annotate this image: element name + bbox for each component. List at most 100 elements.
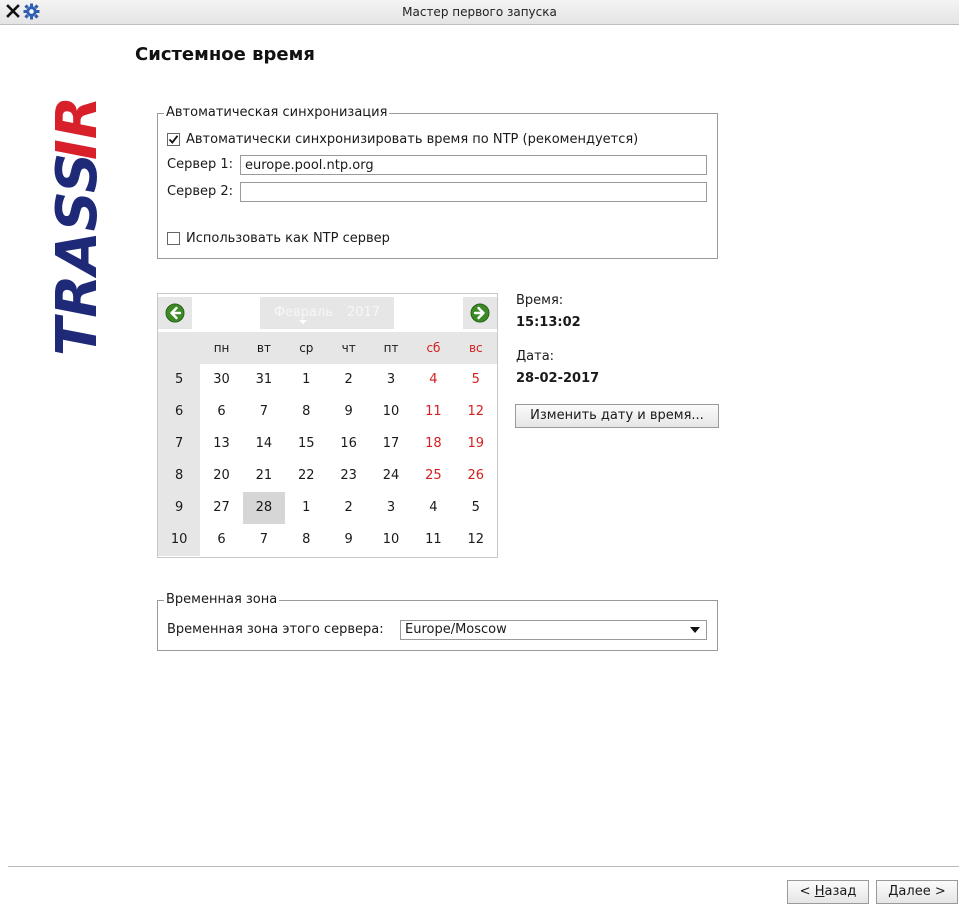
logo-text-blue: TRASS bbox=[50, 153, 106, 356]
calendar-day[interactable]: 7 bbox=[243, 396, 285, 428]
logo-text-red: IR bbox=[50, 96, 106, 160]
week-number-header bbox=[158, 332, 201, 364]
ntp-sync-label: Автоматически синхронизировать время по … bbox=[186, 132, 639, 147]
previous-month-button[interactable] bbox=[158, 297, 192, 329]
auto-sync-legend: Автоматическая синхронизация bbox=[164, 105, 390, 121]
calendar-day[interactable]: 6 bbox=[200, 524, 242, 556]
month-label: Февраль bbox=[273, 305, 333, 320]
date-label: Дата: bbox=[516, 349, 555, 364]
ntp-sync-checkbox-row[interactable]: Автоматически синхронизировать время по … bbox=[167, 132, 638, 147]
use-as-ntp-server-label: Использовать как NTP сервер bbox=[186, 231, 390, 246]
trassir-logo: TRASS IR bbox=[50, 96, 106, 356]
calendar-day[interactable]: 12 bbox=[455, 396, 497, 428]
calendar-day[interactable]: 14 bbox=[243, 428, 285, 460]
page-title: Системное время bbox=[135, 44, 315, 65]
calendar-day[interactable]: 9 bbox=[328, 396, 370, 428]
month-selector[interactable]: Февраль bbox=[274, 297, 333, 329]
calendar-day[interactable]: 12 bbox=[455, 524, 497, 556]
calendar-day[interactable]: 25 bbox=[412, 460, 454, 492]
calendar-week-row: 6 6 7 8 9 10 11 12 bbox=[158, 396, 497, 428]
weekday-header: сб bbox=[412, 332, 455, 364]
calendar-day[interactable]: 13 bbox=[200, 428, 242, 460]
server1-input[interactable] bbox=[240, 155, 707, 175]
weekday-header: пн bbox=[200, 332, 243, 364]
year-selector[interactable]: 2017 bbox=[347, 297, 380, 329]
calendar-day[interactable]: 5 bbox=[455, 364, 497, 396]
calendar-day[interactable]: 2 bbox=[328, 492, 370, 524]
time-value: 15:13:02 bbox=[516, 315, 581, 330]
calendar-navigation: Февраль 2017 bbox=[158, 294, 497, 332]
weekday-header: пт bbox=[369, 332, 413, 364]
calendar-day[interactable]: 10 bbox=[370, 396, 412, 428]
calendar-day[interactable]: 8 bbox=[285, 396, 327, 428]
use-as-ntp-server-row[interactable]: Использовать как NTP сервер bbox=[167, 231, 390, 246]
server2-input[interactable] bbox=[240, 182, 707, 202]
calendar-widget: Февраль 2017 пн вт ср чт пт сб вс 5 30 31 1 2 3 4 5 6 6 7… bbox=[157, 293, 498, 558]
calendar-day[interactable]: 16 bbox=[328, 428, 370, 460]
timezone-select[interactable]: Europe/Moscow bbox=[400, 620, 707, 640]
calendar-day[interactable]: 21 bbox=[243, 460, 285, 492]
calendar-day[interactable]: 22 bbox=[285, 460, 327, 492]
week-number: 10 bbox=[158, 524, 201, 556]
change-datetime-button[interactable]: Изменить дату и время... bbox=[515, 404, 719, 428]
calendar-day[interactable]: 2 bbox=[328, 364, 370, 396]
calendar-week-row: 9 27 28 1 2 3 4 5 bbox=[158, 492, 497, 524]
calendar-day[interactable]: 11 bbox=[412, 396, 454, 428]
time-label: Время: bbox=[516, 293, 564, 308]
calendar-day[interactable]: 24 bbox=[370, 460, 412, 492]
calendar-day[interactable]: 20 bbox=[200, 460, 242, 492]
calendar-day[interactable]: 7 bbox=[243, 524, 285, 556]
calendar-day[interactable]: 4 bbox=[412, 492, 454, 524]
back-button[interactable]: < Назад bbox=[787, 880, 869, 904]
calendar-day[interactable]: 31 bbox=[243, 364, 285, 396]
calendar-day[interactable]: 18 bbox=[412, 428, 454, 460]
calendar-day[interactable]: 26 bbox=[455, 460, 497, 492]
checkmark-icon bbox=[168, 135, 179, 144]
week-number: 8 bbox=[158, 460, 201, 492]
calendar-day[interactable]: 27 bbox=[200, 492, 242, 524]
calendar-day[interactable]: 8 bbox=[285, 524, 327, 556]
timezone-label: Временная зона этого сервера: bbox=[167, 622, 384, 637]
timezone-value: Europe/Moscow bbox=[405, 622, 507, 637]
chevron-down-icon bbox=[690, 627, 700, 633]
arrow-right-circle-icon bbox=[470, 303, 490, 323]
footer-separator bbox=[8, 866, 959, 867]
weekday-header-row: пн вт ср чт пт сб вс bbox=[158, 332, 497, 364]
calendar-day[interactable]: 30 bbox=[200, 364, 242, 396]
calendar-day[interactable]: 6 bbox=[200, 396, 242, 428]
calendar-day[interactable]: 9 bbox=[328, 524, 370, 556]
next-button[interactable]: Далее > bbox=[876, 880, 958, 904]
calendar-day[interactable]: 1 bbox=[285, 364, 327, 396]
next-month-button[interactable] bbox=[463, 297, 497, 329]
calendar-day[interactable]: 23 bbox=[328, 460, 370, 492]
next-button-label: алее > bbox=[898, 884, 946, 899]
calendar-day[interactable]: 17 bbox=[370, 428, 412, 460]
calendar-day[interactable]: 3 bbox=[370, 492, 412, 524]
month-year-selector[interactable]: Февраль 2017 bbox=[260, 297, 394, 329]
calendar-day[interactable]: 10 bbox=[370, 524, 412, 556]
weekday-header: вт bbox=[242, 332, 286, 364]
next-button-accel: Д bbox=[888, 884, 899, 899]
week-number: 6 bbox=[158, 396, 201, 428]
calendar-day[interactable]: 11 bbox=[412, 524, 454, 556]
calendar-day-selected[interactable]: 28 bbox=[242, 492, 286, 524]
calendar-day[interactable]: 1 bbox=[285, 492, 327, 524]
calendar-grid: пн вт ср чт пт сб вс 5 30 31 1 2 3 4 5 6 6 7 8 9 10 11 12 7 13 14… bbox=[158, 332, 497, 556]
weekday-header: чт bbox=[327, 332, 370, 364]
calendar-week-row: 5 30 31 1 2 3 4 5 bbox=[158, 364, 497, 396]
calendar-day[interactable]: 15 bbox=[285, 428, 327, 460]
back-button-label: азад bbox=[824, 884, 857, 899]
calendar-day[interactable]: 3 bbox=[370, 364, 412, 396]
week-number: 5 bbox=[158, 364, 201, 396]
weekday-header: ср bbox=[285, 332, 328, 364]
calendar-day[interactable]: 19 bbox=[455, 428, 497, 460]
chevron-down-icon bbox=[299, 320, 308, 324]
week-number: 7 bbox=[158, 428, 201, 460]
use-as-ntp-server-checkbox[interactable] bbox=[167, 232, 180, 245]
ntp-sync-checkbox[interactable] bbox=[167, 133, 180, 146]
calendar-week-row: 7 13 14 15 16 17 18 19 bbox=[158, 428, 497, 460]
weekday-header: вс bbox=[454, 332, 497, 364]
arrow-left-circle-icon bbox=[165, 303, 185, 323]
calendar-day[interactable]: 4 bbox=[412, 364, 454, 396]
calendar-day[interactable]: 5 bbox=[455, 492, 497, 524]
